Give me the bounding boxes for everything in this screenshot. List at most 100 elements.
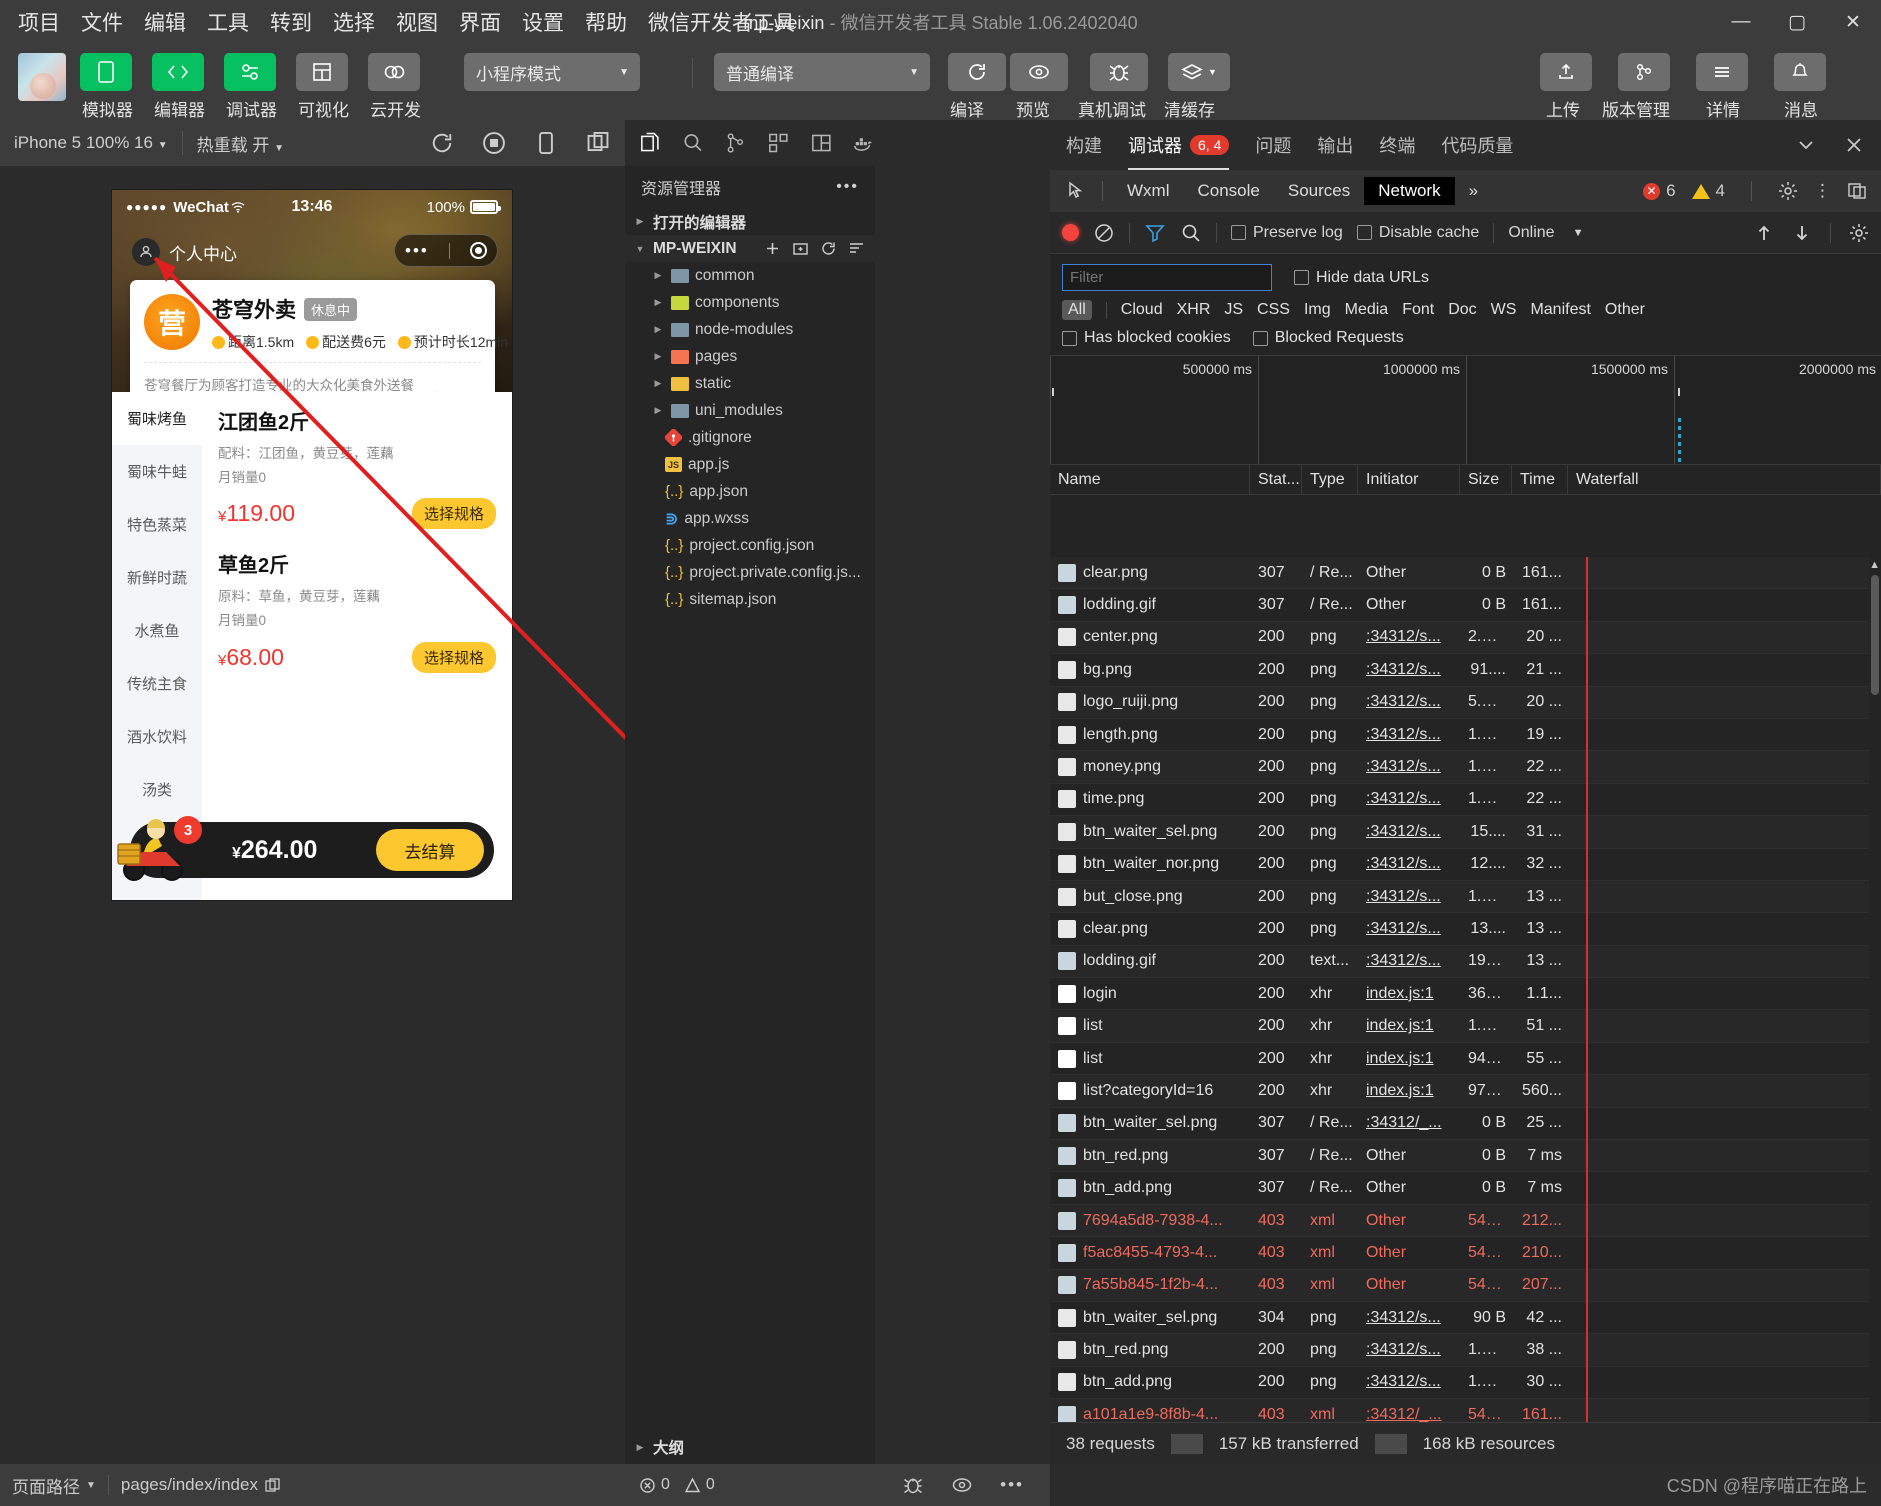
type-filter-media[interactable]: Media — [1345, 301, 1389, 319]
type-filter-ws[interactable]: WS — [1491, 301, 1517, 319]
scrollbar-thumb[interactable] — [1871, 575, 1879, 695]
menu-item-project[interactable]: 项目 — [18, 7, 60, 37]
table-row[interactable]: 7694a5d8-7938-4... 403 xml Other 541... 212..… — [1050, 1204, 1881, 1238]
inspect-element-icon[interactable] — [1062, 176, 1092, 206]
tab-network[interactable]: Network — [1364, 177, 1455, 205]
table-row[interactable]: f5ac8455-4793-4... 403 xml Other 541... 210..… — [1050, 1237, 1881, 1270]
search-input[interactable] — [1062, 264, 1272, 291]
table-row[interactable]: lodding.gif 200 text...:34312/s... 193... 13… — [1050, 945, 1881, 979]
select-spec-button[interactable]: 选择规格 — [411, 641, 496, 673]
preserve-log-checkbox[interactable]: Preserve log — [1231, 224, 1343, 242]
dock-icon[interactable] — [1847, 181, 1867, 201]
menu-item-tools[interactable]: 工具 — [207, 7, 249, 37]
menu-item-file[interactable]: 文件 — [81, 7, 123, 37]
type-filter-doc[interactable]: Doc — [1448, 301, 1476, 319]
warning-chip[interactable]: 4 — [1691, 181, 1725, 201]
request-initiator[interactable]: index.js:1 — [1358, 985, 1460, 1003]
clear-cache-button[interactable]: ▼ — [1168, 53, 1230, 91]
menu-item-goto[interactable]: 转到 — [270, 7, 312, 37]
mode-select[interactable]: 小程序模式 ▼ — [464, 53, 640, 91]
extensions-icon[interactable] — [767, 130, 790, 156]
docker-icon[interactable] — [852, 130, 875, 156]
tree-item-components[interactable]: ▶ components — [625, 289, 875, 316]
tree-item-static[interactable]: ▶ static — [625, 370, 875, 397]
warning-count-group[interactable]: 0 — [684, 1476, 715, 1494]
more-icon[interactable]: ••• — [1000, 1475, 1024, 1495]
blocked-requests-checkbox[interactable]: Blocked Requests — [1252, 329, 1404, 347]
type-filter-all[interactable]: All — [1062, 300, 1092, 320]
upload-button[interactable] — [1540, 53, 1592, 91]
category-item[interactable]: 新鲜时蔬 — [112, 551, 202, 604]
tab-output[interactable]: 输出 — [1317, 120, 1353, 170]
category-item[interactable]: 蜀味烤鱼 — [112, 392, 202, 445]
table-row[interactable]: money.png 200 png:34312/s... 1.4 ... 22 ... — [1050, 751, 1881, 784]
table-row[interactable]: logo_ruiji.png 200 png:34312/s... 5.9 ... 20… — [1050, 686, 1881, 719]
request-initiator[interactable]: :34312/s... — [1358, 823, 1460, 841]
menu-item-settings[interactable]: 设置 — [522, 7, 564, 37]
type-filter-manifest[interactable]: Manifest — [1530, 301, 1590, 319]
simulator-button[interactable] — [80, 53, 132, 91]
type-filter-xhr[interactable]: XHR — [1177, 301, 1211, 319]
table-row[interactable]: clear.png 200 png:34312/s... 13.... 13 ... — [1050, 913, 1881, 946]
rotate-icon[interactable] — [533, 130, 559, 156]
tab-debugger[interactable]: 调试器 6, 4 — [1128, 120, 1230, 170]
table-row[interactable]: btn_add.png 200 png:34312/s... 1.2 ... 30 ..… — [1050, 1367, 1881, 1400]
close-icon[interactable] — [1843, 134, 1865, 156]
table-row[interactable]: list 200 xhr index.js:1 948... 55 ... — [1050, 1043, 1881, 1076]
table-row[interactable]: lodding.gif 307 / Re... Other 0 B 161... — [1050, 589, 1881, 622]
menu-item-view[interactable]: 视图 — [396, 7, 438, 37]
outline-section[interactable]: ▶ 大纲 — [625, 1430, 875, 1464]
column-header-size[interactable]: Size — [1460, 464, 1512, 495]
hot-reload-select[interactable]: 热重载 开 ▼ — [183, 131, 298, 156]
network-scrollbar[interactable]: ▲ — [1869, 557, 1881, 1422]
more-icon[interactable]: ••• — [836, 178, 859, 196]
tree-item-app-json[interactable]: {..} app.json — [625, 478, 875, 505]
type-filter-cloud[interactable]: Cloud — [1121, 301, 1163, 319]
table-row[interactable]: list 200 xhr index.js:1 1.7 ... 51 ... — [1050, 1010, 1881, 1043]
table-row[interactable]: bg.png 200 png:34312/s... 91.... 21 ... — [1050, 654, 1881, 687]
request-initiator[interactable]: :34312/s... — [1358, 693, 1460, 711]
tree-item-uni-modules[interactable]: ▶ uni_modules — [625, 397, 875, 424]
eye-icon[interactable] — [950, 1476, 974, 1494]
table-row[interactable]: btn_waiter_nor.png 200 png:34312/s... 12...… — [1050, 849, 1881, 881]
checkout-button[interactable]: 去结算 — [376, 829, 484, 871]
column-header-waterfall[interactable]: Waterfall — [1568, 464, 1881, 495]
request-initiator[interactable]: :34312/_... — [1358, 1114, 1460, 1132]
scroll-up-arrow-icon[interactable]: ▲ — [1869, 559, 1880, 571]
request-initiator[interactable]: index.js:1 — [1358, 1082, 1460, 1100]
tree-item-app-js[interactable]: JS app.js — [625, 451, 875, 478]
upload-icon[interactable] — [1754, 223, 1774, 243]
gear-icon[interactable] — [1778, 181, 1798, 201]
request-initiator[interactable]: :34312/s... — [1358, 790, 1460, 808]
menu-item-ui[interactable]: 界面 — [459, 7, 501, 37]
preview-button[interactable] — [1010, 53, 1068, 91]
tree-item-project-config[interactable]: {..} project.config.json — [625, 532, 875, 559]
debugger-button[interactable] — [224, 53, 276, 91]
error-chip[interactable]: ✕ 6 — [1643, 181, 1676, 201]
tab-terminal[interactable]: 终端 — [1379, 120, 1415, 170]
tab-build[interactable]: 构建 — [1066, 120, 1102, 170]
tree-item-gitignore[interactable]: .gitignore — [625, 424, 875, 451]
category-item[interactable]: 水煮鱼 — [112, 604, 202, 657]
type-filter-other[interactable]: Other — [1605, 301, 1645, 319]
table-row[interactable]: 7a55b845-1f2b-4... 403 xml Other 541... 207..… — [1050, 1269, 1881, 1302]
category-item[interactable]: 传统主食 — [112, 657, 202, 710]
type-filter-img[interactable]: Img — [1304, 301, 1331, 319]
request-initiator[interactable]: :34312/s... — [1358, 855, 1460, 873]
table-row[interactable]: clear.png 307 / Re... Other 0 B 161... — [1050, 557, 1881, 590]
user-center-link[interactable]: 个人中心 — [132, 238, 237, 266]
tab-problems[interactable]: 问题 — [1255, 120, 1291, 170]
table-row[interactable]: login 200 xhr index.js:1 365... 1.1... — [1050, 978, 1881, 1011]
new-file-icon[interactable] — [764, 240, 781, 257]
hide-data-urls-checkbox[interactable]: Hide data URLs — [1294, 269, 1429, 287]
tab-code-quality[interactable]: 代码质量 — [1441, 120, 1513, 170]
request-initiator[interactable]: :34312/s... — [1358, 920, 1460, 938]
tree-item-node-modules[interactable]: ▶ node-modules — [625, 316, 875, 343]
filter-icon[interactable] — [1144, 222, 1166, 244]
maximize-icon[interactable]: ▢ — [1769, 0, 1825, 44]
table-row[interactable]: but_close.png 200 png:34312/s... 1.1 ... 13 … — [1050, 880, 1881, 914]
device-select[interactable]: iPhone 5 100% 16 ▼ — [0, 133, 182, 153]
menu-item-edit[interactable]: 编辑 — [144, 7, 186, 37]
compile-select[interactable]: 普通编译 ▼ — [714, 53, 930, 91]
table-row[interactable]: a101a1e9-8f8b-4... 403 xml:34312/_... 541..… — [1050, 1399, 1881, 1422]
